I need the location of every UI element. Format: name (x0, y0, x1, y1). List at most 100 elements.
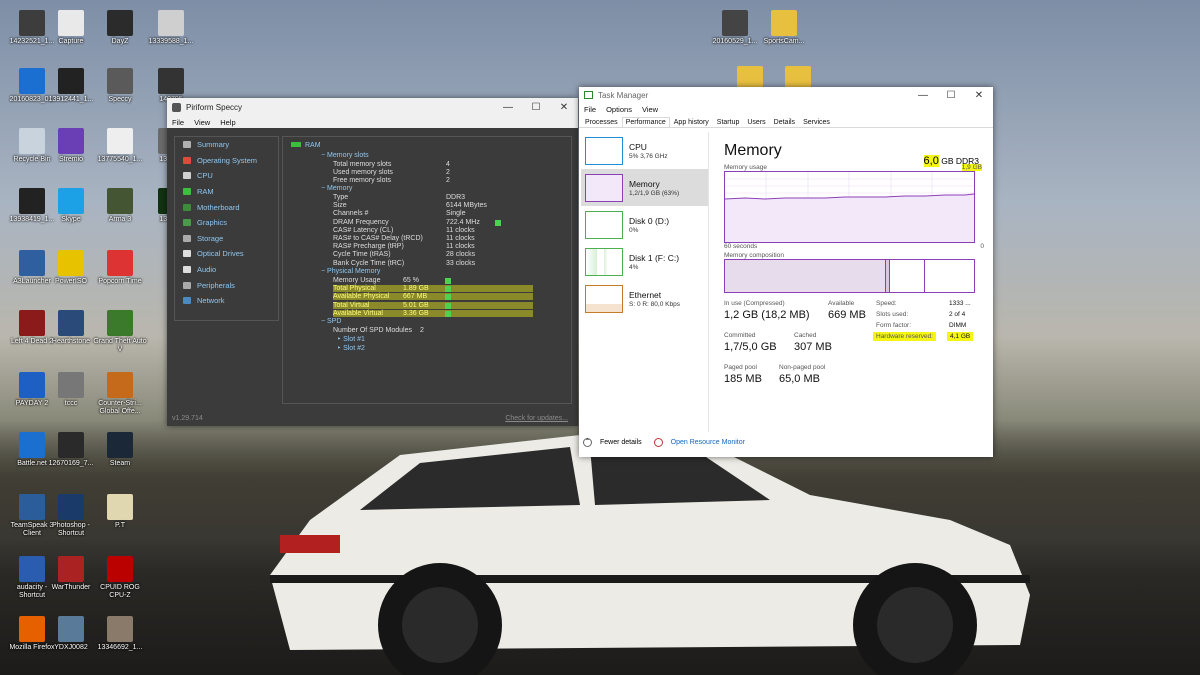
desktop-icon[interactable]: SportsCam... (756, 10, 812, 46)
maximize-icon[interactable]: ☐ (522, 102, 550, 113)
speccy-nav-item[interactable]: Optical Drives (175, 246, 278, 262)
desktop-icon[interactable]: Grand Theft Auto V (92, 310, 148, 354)
desktop-icon[interactable]: P.T (92, 494, 148, 530)
resource-item[interactable]: Disk 1 (F: C:) 4% (581, 243, 708, 280)
menu-options[interactable]: Options (606, 105, 632, 114)
desktop-icon[interactable]: WarThunder (43, 556, 99, 592)
desktop-icon[interactable]: 13775540_1... (92, 128, 148, 164)
speccy-nav-item[interactable]: Storage (175, 231, 278, 247)
composition-in-use (725, 260, 886, 292)
app-icon (19, 494, 45, 520)
taskmgr-tabs: Processes Performance App history Startup Us… (579, 115, 993, 128)
taskmgr-title: Task Manager (598, 90, 649, 100)
desktop-icon[interactable]: 13346692_1... (92, 616, 148, 652)
spec-key: Bank Cycle Time (tRC) (333, 259, 405, 267)
maximize-icon[interactable]: ☐ (937, 90, 965, 101)
tab-app-history[interactable]: App history (670, 117, 713, 127)
nav-item-label: CPU (197, 171, 213, 181)
minimize-icon[interactable]: — (909, 90, 937, 101)
close-icon[interactable]: ✕ (965, 90, 993, 101)
desktop-icon[interactable]: Popcorn Time (92, 250, 148, 286)
desktop-icon[interactable]: CPUID ROG CPU-Z (92, 556, 148, 600)
desktop-icon-label: Photoshop - Shortcut (52, 522, 90, 537)
minimize-icon[interactable]: — (494, 102, 522, 113)
speccy-nav-item[interactable]: Graphics (175, 215, 278, 231)
menu-help[interactable]: Help (220, 118, 235, 127)
spd-slot-2[interactable]: ‣ Slot #2 (337, 344, 365, 352)
desktop-icon[interactable]: Steam (92, 432, 148, 468)
speccy-nav-item[interactable]: Network (175, 293, 278, 309)
resource-thumbnail (585, 136, 623, 165)
resource-sub: 1,2/1,9 GB (63%) (629, 189, 680, 197)
memory-total: 6,0 GB DDR3 (923, 155, 979, 167)
resource-item[interactable]: Disk 0 (D:) 0% (581, 206, 708, 243)
tab-users[interactable]: Users (743, 117, 769, 127)
open-resource-monitor-link[interactable]: Open Resource Monitor (671, 439, 745, 446)
close-icon[interactable]: ✕ (550, 102, 578, 113)
app-icon (58, 188, 84, 214)
ram-chip-icon (291, 142, 301, 147)
desktop-icon[interactable]: Speccy (92, 68, 148, 104)
desktop-icon[interactable]: YDXJ0082 (43, 616, 99, 652)
fewer-details-link[interactable]: Fewer details (600, 439, 642, 446)
desktop-icon[interactable]: Stremio (43, 128, 99, 164)
fewer-details-icon[interactable]: ⌃ (583, 437, 592, 447)
speccy-nav-item[interactable]: Operating System (175, 153, 278, 169)
speccy-version: v1.29.714 (172, 415, 203, 422)
desktop-icon[interactable]: Skype (43, 188, 99, 224)
resource-name: Memory (629, 178, 660, 189)
menu-view[interactable]: View (194, 118, 210, 127)
desktop-icon[interactable]: Counter-Stri... Global Offe... (92, 372, 148, 416)
desktop-icon[interactable]: 13912441_1... (43, 68, 99, 104)
resource-item[interactable]: Ethernet S: 0 R: 80,0 Kbps (581, 280, 708, 317)
menu-view[interactable]: View (642, 105, 658, 114)
speccy-nav-item[interactable]: Motherboard (175, 199, 278, 215)
tab-processes[interactable]: Processes (581, 117, 622, 127)
desktop-icon[interactable]: DayZ (92, 10, 148, 46)
speccy-ram-panel: RAM − Memory slots Total memory slots 4 Us… (282, 136, 572, 404)
menu-file[interactable]: File (584, 105, 596, 114)
app-icon (107, 494, 133, 520)
resource-text: Ethernet S: 0 R: 80,0 Kbps (629, 290, 680, 308)
app-icon (107, 310, 133, 336)
app-icon (58, 372, 84, 398)
physical-memory-section[interactable]: − Physical Memory (321, 268, 380, 275)
app-icon (107, 250, 133, 276)
spec-row: Total Physical 1.89 GB (333, 285, 533, 293)
spec-row: CAS# Latency (CL) 11 clocks (333, 227, 533, 234)
resource-name: Disk 0 (D:) (629, 215, 670, 226)
speccy-nav-item[interactable]: Audio (175, 262, 278, 278)
speccy-nav-item[interactable]: Summary (175, 137, 278, 153)
speccy-nav-item[interactable]: RAM (175, 184, 278, 200)
desktop-icon[interactable]: tccc (43, 372, 99, 408)
taskmgr-titlebar[interactable]: Task Manager — ☐ ✕ (579, 87, 993, 103)
memory-slots-section[interactable]: − Memory slots (321, 152, 369, 159)
tab-services[interactable]: Services (799, 117, 834, 127)
tab-details[interactable]: Details (770, 117, 799, 127)
speccy-nav-item[interactable]: CPU (175, 168, 278, 184)
tab-performance[interactable]: Performance (621, 117, 670, 127)
desktop-icon[interactable]: Arma 3 (92, 188, 148, 224)
check-updates-link[interactable]: Check for updates... (505, 415, 568, 422)
spec-row: Total memory slots 4 (333, 161, 533, 168)
speccy-titlebar[interactable]: Piriform Speccy — ☐ ✕ (167, 98, 578, 116)
desktop-icon[interactable]: 20160529_1... (707, 10, 763, 46)
resource-item[interactable]: CPU 5% 3,76 GHz (581, 132, 708, 169)
spd-section[interactable]: − SPD (321, 318, 341, 325)
resource-item[interactable]: Memory 1,2/1,9 GB (63%) (581, 169, 708, 206)
desktop-icon[interactable]: Capture (43, 10, 99, 46)
nav-item-label: Storage (197, 233, 224, 243)
desktop-icon[interactable]: Photoshop - Shortcut (43, 494, 99, 538)
spec-value: DDR3 (446, 194, 466, 201)
speccy-nav-item[interactable]: Peripherals (175, 277, 278, 293)
spd-slot-1[interactable]: ‣ Slot #1 (337, 335, 365, 343)
tab-startup[interactable]: Startup (713, 117, 744, 127)
desktop-icon-label: SportsCam... (763, 38, 805, 45)
desktop-icon[interactable]: 12670169_7... (43, 432, 99, 468)
desktop-icon[interactable]: PowerISO (43, 250, 99, 286)
memory-section[interactable]: − Memory (321, 185, 352, 192)
spec-value: 6144 MBytes (446, 202, 487, 210)
desktop-icon[interactable]: 13339588_1... (143, 10, 199, 46)
desktop-icon[interactable]: Hearthstone (43, 310, 99, 346)
menu-file[interactable]: File (172, 118, 184, 127)
